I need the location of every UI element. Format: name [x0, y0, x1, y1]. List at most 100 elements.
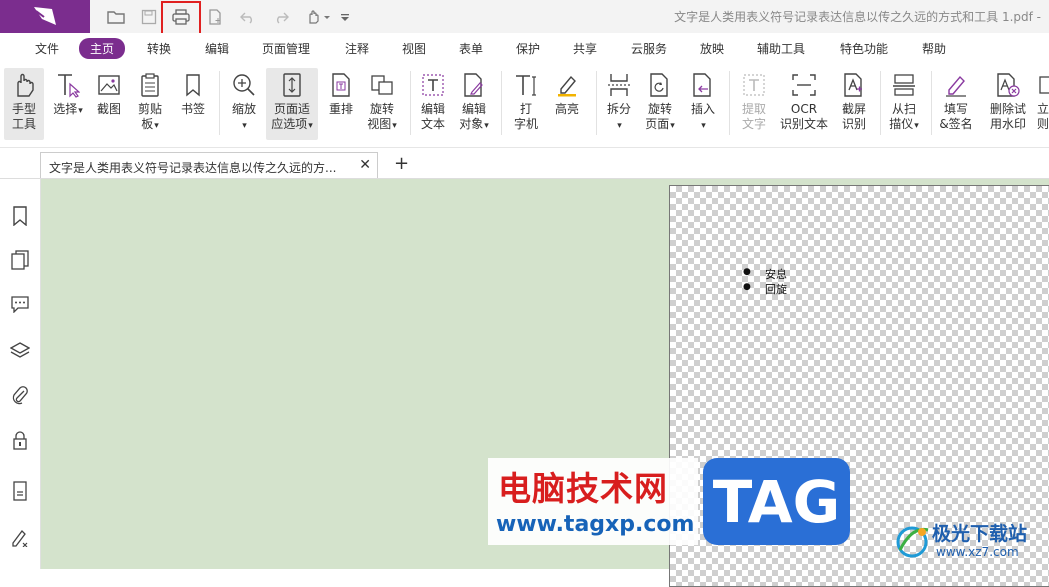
menu-assist[interactable]: 辅助工具 — [757, 40, 805, 57]
signature-panel-icon[interactable] — [10, 527, 30, 547]
site-watermark: 电脑技术网 www.tagxp.com TAG — [488, 458, 850, 545]
ocr-icon — [791, 68, 817, 102]
app-logo-icon — [34, 7, 56, 25]
typewriter-icon — [514, 68, 538, 102]
highlight-button[interactable]: 高亮 — [550, 68, 584, 140]
ribbon-separator — [219, 71, 220, 135]
add-tab-icon[interactable]: + — [394, 153, 409, 174]
brand-logo-icon — [896, 526, 929, 558]
hand-icon[interactable] — [305, 6, 333, 28]
ribbon-separator — [729, 71, 730, 135]
edit-object-button[interactable]: 编辑 对象 — [454, 68, 494, 140]
document-tab-label: 文字是人类用表义符号记录表达信息以传之久远的方... — [49, 161, 337, 175]
fit-page-icon — [281, 68, 303, 102]
split-button[interactable]: 拆分 — [602, 68, 636, 140]
menu-form[interactable]: 表单 — [459, 40, 483, 57]
ribbon-toolbar: 手型 工具 选择 截图 剪贴 板 书签 缩放 — [0, 63, 1049, 148]
menu-comment[interactable]: 注释 — [345, 40, 369, 57]
clipboard-icon — [139, 68, 161, 102]
pages-panel-icon[interactable] — [10, 250, 30, 270]
remove-watermark-icon — [995, 68, 1021, 102]
menu-features[interactable]: 特色功能 — [840, 40, 888, 57]
watermark-tag-logo: TAG — [703, 458, 850, 545]
attachments-panel-icon[interactable] — [10, 385, 30, 405]
brand-url: www.xz7.com — [936, 545, 1019, 559]
brand-watermark: 极光下载站 www.xz7.com — [890, 514, 1049, 569]
remove-watermark-button[interactable]: 删除试 用水印 — [985, 68, 1031, 140]
typewriter-button[interactable]: 打 字机 — [509, 68, 543, 140]
ribbon-separator — [880, 71, 881, 135]
ocr-button[interactable]: OCR 识别文本 — [777, 68, 831, 140]
watermark-text-box: 电脑技术网 www.tagxp.com — [488, 458, 698, 545]
watermark-url: www.tagxp.com — [496, 512, 695, 537]
title-bar: 文字是人类用表义符号记录表达信息以传之久远的方式和工具 1.pdf - — [0, 0, 1049, 35]
bookmark-button[interactable]: 书签 — [176, 68, 210, 140]
new-icon[interactable] — [204, 6, 226, 28]
extract-text-icon — [742, 68, 766, 102]
menu-present[interactable]: 放映 — [700, 40, 724, 57]
insert-page-icon — [691, 68, 715, 102]
extract-text-button[interactable]: 提取 文字 — [736, 68, 772, 140]
menu-view[interactable]: 视图 — [402, 40, 426, 57]
comments-panel-icon[interactable] — [10, 294, 30, 314]
document-title: 文字是人类用表义符号记录表达信息以传之久远的方式和工具 1.pdf - — [674, 10, 1041, 24]
bookmark-panel-icon[interactable] — [10, 206, 30, 226]
menu-protect[interactable]: 保护 — [516, 40, 540, 57]
undo-icon[interactable] — [237, 6, 259, 28]
list-item: 回旋 — [743, 281, 787, 297]
select-text-icon — [56, 68, 80, 102]
screen-ocr-button[interactable]: 截屏 识别 — [836, 68, 872, 140]
more-tools-button[interactable]: 立 则 — [1037, 68, 1049, 140]
scanner-icon — [892, 68, 916, 102]
select-tool-button[interactable]: 选择 — [48, 68, 88, 140]
redo-icon[interactable] — [270, 6, 292, 28]
insert-button[interactable]: 插入 — [686, 68, 720, 140]
document-tab[interactable]: 文字是人类用表义符号记录表达信息以传之久远的方... ✕ — [40, 152, 378, 178]
print-highlight-box — [161, 1, 201, 35]
ribbon-separator — [410, 71, 411, 135]
left-panel — [0, 179, 41, 569]
document-tab-bar: 文字是人类用表义符号记录表达信息以传之久远的方... ✕ + — [0, 148, 1049, 179]
zoom-button[interactable]: 缩放 — [226, 68, 262, 140]
menu-file[interactable]: 文件 — [35, 40, 59, 57]
menu-edit[interactable]: 编辑 — [205, 40, 229, 57]
snapshot-icon — [97, 68, 121, 102]
fit-page-button[interactable]: 页面适 应选项 — [266, 68, 318, 140]
menu-help[interactable]: 帮助 — [922, 40, 946, 57]
split-icon — [607, 68, 631, 102]
more-tools-icon — [1037, 68, 1049, 102]
menu-share[interactable]: 共享 — [573, 40, 597, 57]
menu-pages[interactable]: 页面管理 — [262, 40, 310, 57]
ribbon-separator — [931, 71, 932, 135]
rotate-view-button[interactable]: 旋转 视图 — [362, 68, 402, 140]
rotate-view-icon — [369, 68, 395, 102]
rotate-page-icon — [648, 68, 672, 102]
reflow-button[interactable]: 重排 — [324, 68, 358, 140]
snapshot-button[interactable]: 截图 — [91, 68, 127, 140]
menu-convert[interactable]: 转换 — [147, 40, 171, 57]
screen-ocr-icon — [842, 68, 866, 102]
fill-sign-button[interactable]: 填写 &签名 — [937, 68, 975, 140]
zoom-icon — [232, 68, 256, 102]
customize-icon[interactable] — [338, 6, 352, 28]
menu-home[interactable]: 主页 — [79, 38, 126, 59]
ribbon-separator — [501, 71, 502, 135]
clipboard-button[interactable]: 剪贴 板 — [132, 68, 168, 140]
edit-object-icon — [462, 68, 486, 102]
brand-name: 极光下载站 — [932, 523, 1028, 545]
close-tab-icon[interactable]: ✕ — [359, 157, 371, 173]
scan-button[interactable]: 从扫 描仪 — [886, 68, 922, 140]
menu-cloud[interactable]: 云服务 — [631, 40, 667, 57]
layers-panel-icon[interactable] — [10, 340, 30, 360]
highlighter-icon — [555, 68, 579, 102]
save-icon[interactable] — [138, 6, 160, 28]
edit-text-icon — [421, 68, 445, 102]
document-properties-icon[interactable] — [10, 481, 30, 501]
menu-bar: 文件 主页 转换 编辑 页面管理 注释 视图 表单 保护 共享 云服务 放映 辅… — [0, 33, 1049, 63]
open-icon[interactable] — [105, 6, 127, 28]
edit-text-button[interactable]: 编辑 文本 — [415, 68, 451, 140]
security-panel-icon[interactable] — [10, 430, 30, 450]
app-logo[interactable] — [0, 0, 90, 33]
rotate-page-button[interactable]: 旋转 页面 — [640, 68, 680, 140]
hand-tool-button[interactable]: 手型 工具 — [4, 68, 44, 140]
